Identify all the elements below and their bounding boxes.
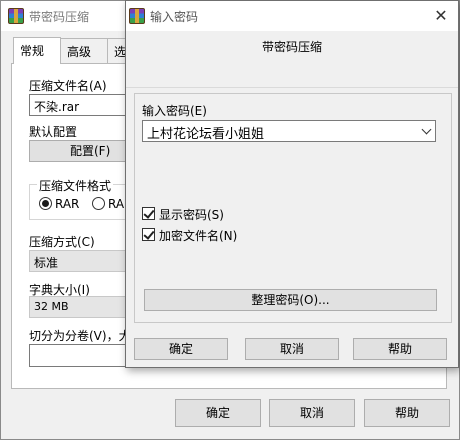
password-value: 上村花论坛看小姐姐 (147, 127, 265, 142)
password-cancel-button[interactable]: 取消 (245, 338, 339, 360)
chevron-down-icon[interactable] (421, 124, 432, 135)
organize-passwords-button[interactable]: 整理密码(O)... (144, 289, 437, 311)
main-cancel-button[interactable]: 取消 (269, 399, 355, 427)
rar-format-label: RAR (55, 197, 80, 211)
rar5-format-radio[interactable] (92, 197, 105, 210)
winrar-app-icon (129, 8, 145, 24)
compression-method-label: 压缩方式(C) (29, 235, 95, 249)
profiles-button[interactable]: 配置(F) (29, 140, 139, 162)
archive-format-label: 压缩文件格式 (37, 177, 114, 194)
tab-general[interactable]: 常规 (13, 37, 61, 64)
show-password-checkbox[interactable] (142, 207, 155, 220)
main-ok-button[interactable]: 确定 (175, 399, 261, 427)
winrar-app-icon (8, 8, 24, 24)
password-label: 输入密码(E) (142, 104, 207, 118)
split-volumes-label: 切分为分卷(V)，大 (29, 329, 131, 343)
close-icon[interactable]: ✕ (426, 3, 456, 29)
show-password-label: 显示密码(S) (159, 208, 224, 222)
password-ok-button[interactable]: 确定 (134, 338, 228, 360)
password-combobox[interactable]: 上村花论坛看小姐姐 (142, 120, 436, 142)
split-volumes-input[interactable] (29, 344, 139, 367)
password-window-title: 输入密码 (150, 10, 199, 24)
main-help-button[interactable]: 帮助 (364, 399, 450, 427)
default-profile-label: 默认配置 (29, 125, 78, 139)
password-help-button[interactable]: 帮助 (353, 338, 447, 360)
main-window-title: 带密码压缩 (29, 10, 90, 24)
rar-format-radio[interactable] (39, 197, 52, 210)
archive-name-input[interactable]: 不染.rar (29, 94, 139, 116)
dictionary-size-select[interactable]: 32 MB (29, 296, 139, 318)
password-title-bar[interactable]: 输入密码 ✕ (126, 1, 458, 31)
compression-method-select[interactable]: 标准 (29, 250, 139, 272)
tab-advanced[interactable]: 高级 (60, 38, 108, 64)
password-heading: 带密码压缩 (261, 40, 322, 54)
encrypt-filenames-label: 加密文件名(N) (159, 229, 238, 243)
encrypt-filenames-checkbox[interactable] (142, 228, 155, 241)
header-divider (126, 87, 458, 88)
archive-name-label: 压缩文件名(A) (29, 79, 107, 93)
password-dialog: 输入密码 ✕ 带密码压缩 输入密码(E) 上村花论坛看小姐姐 显示密码(S) 加… (125, 0, 459, 368)
